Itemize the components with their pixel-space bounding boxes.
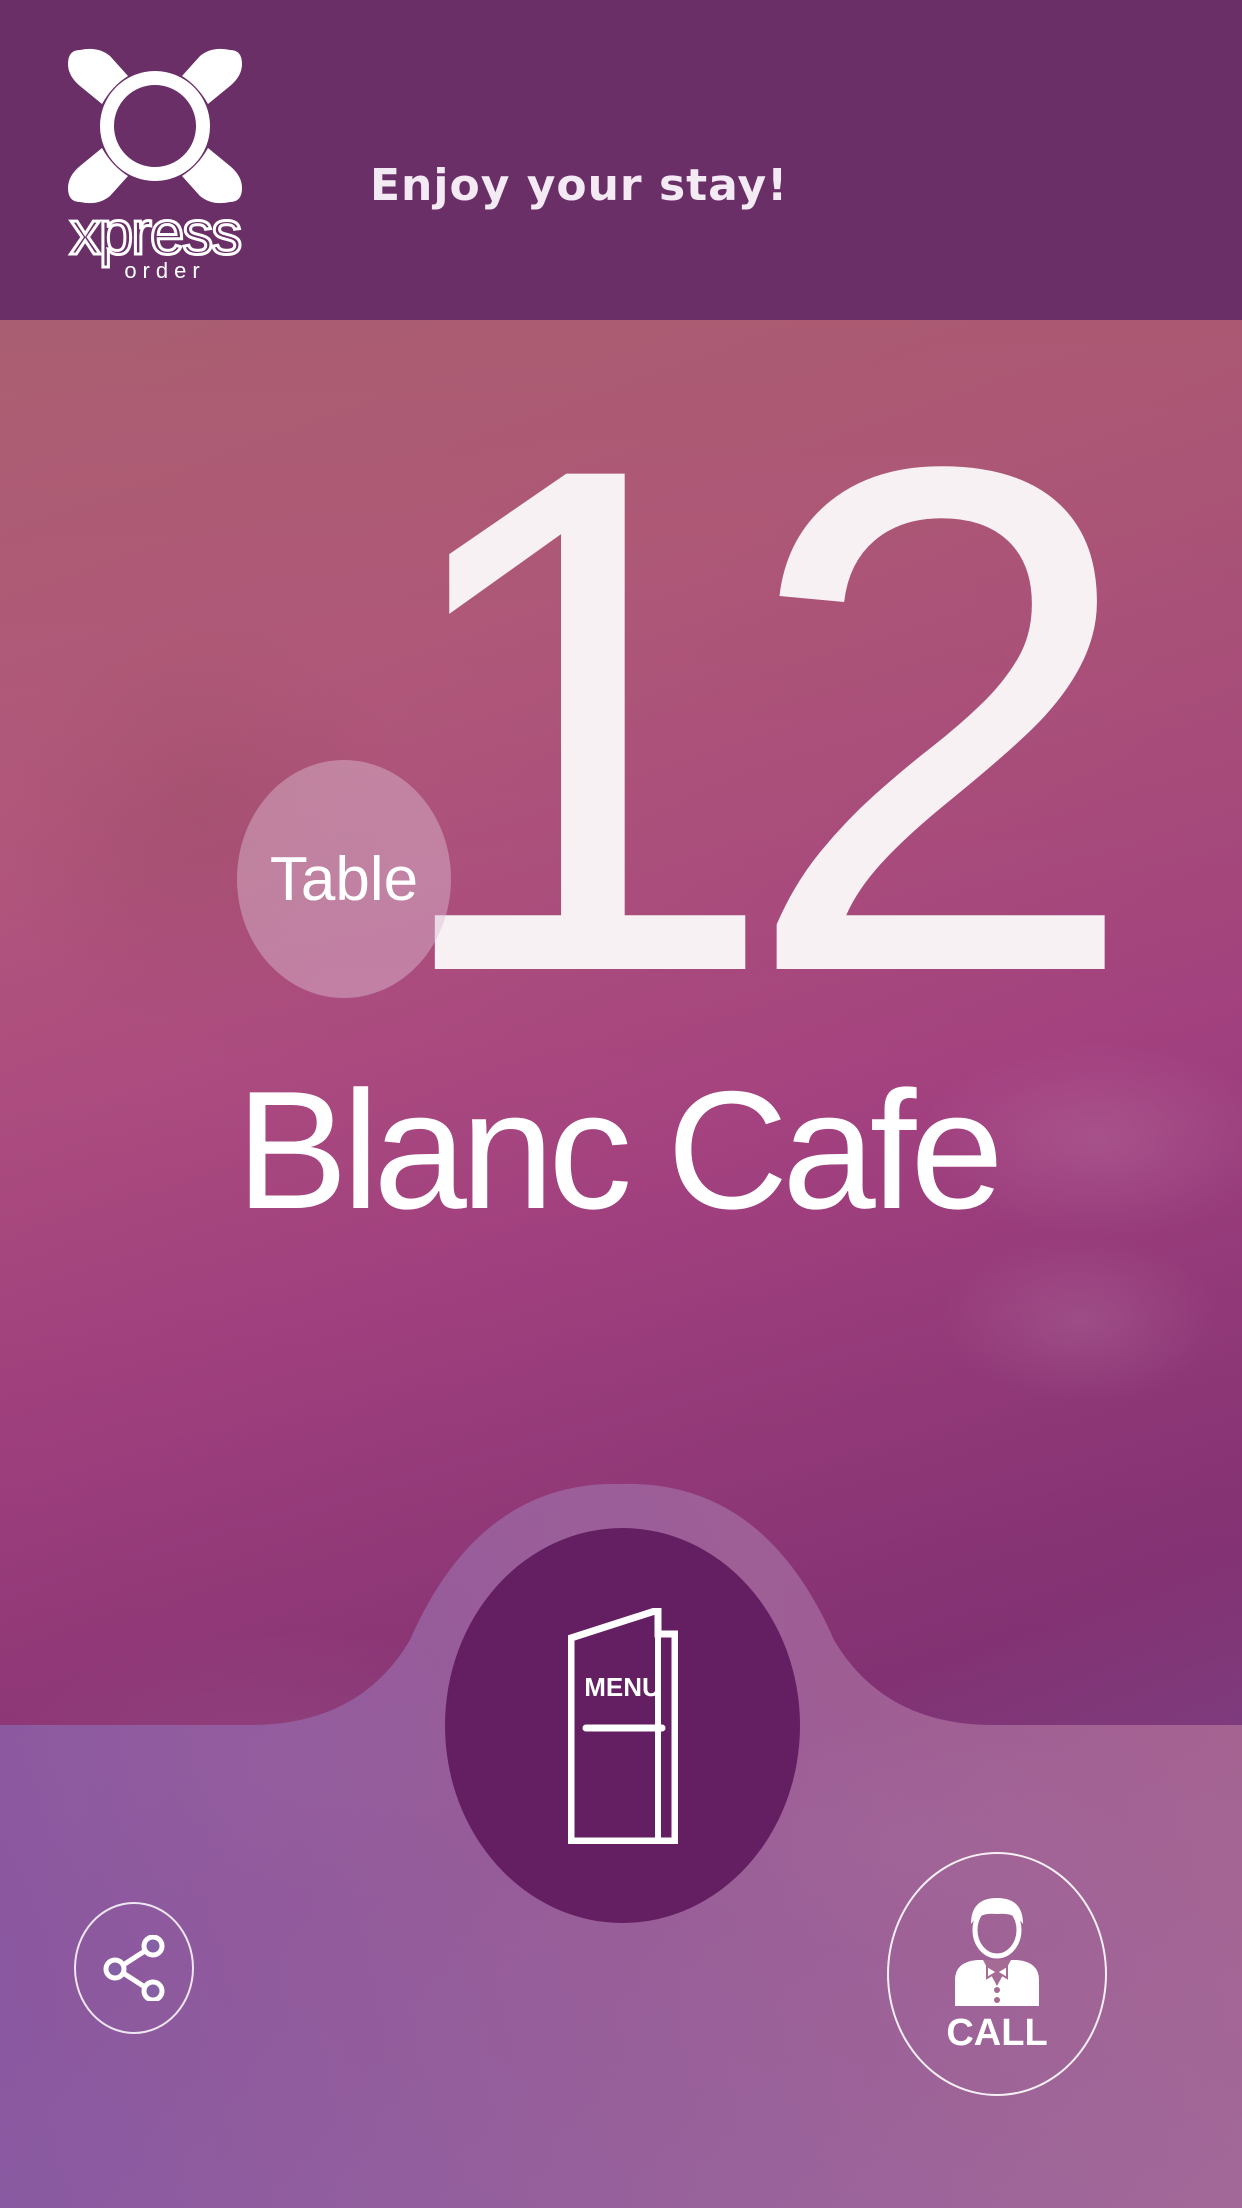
menu-booklet-icon: MENU bbox=[567, 1604, 678, 1844]
app-screen: xpress order Enjoy your stay! 12 Table B… bbox=[0, 0, 1242, 2208]
venue-name: Blanc Cafe bbox=[236, 1056, 1004, 1244]
call-waiter-button[interactable]: CALL bbox=[887, 1852, 1107, 2096]
header-title: Enjoy your stay! bbox=[370, 160, 789, 211]
table-label: Table bbox=[269, 844, 419, 914]
logo-sub-text: order bbox=[124, 258, 205, 282]
waiter-icon bbox=[955, 1898, 1039, 2006]
call-label: CALL bbox=[946, 2012, 1048, 2054]
share-icon bbox=[103, 1935, 165, 2001]
header-bar: xpress order Enjoy your stay! bbox=[0, 0, 1242, 320]
xpress-order-logo-icon: xpress order bbox=[50, 42, 260, 283]
table-badge: Table bbox=[237, 760, 451, 998]
menu-label: MENU bbox=[584, 1671, 661, 1702]
menu-button[interactable]: MENU bbox=[445, 1528, 800, 1923]
table-number: 12 bbox=[380, 317, 1141, 1122]
share-button[interactable] bbox=[74, 1902, 194, 2034]
